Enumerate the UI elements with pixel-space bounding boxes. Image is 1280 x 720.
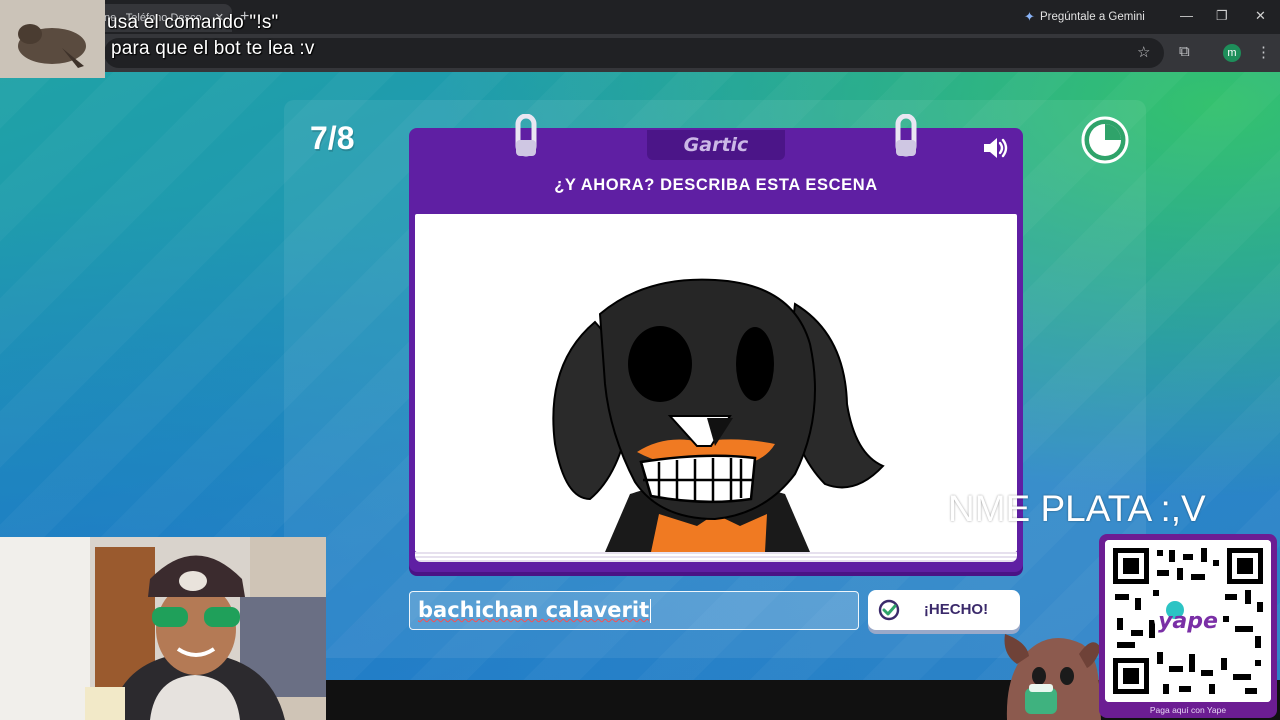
- webcam-feed: [0, 537, 326, 720]
- webcam-small-dog: [0, 0, 105, 78]
- qr-code: yape: [1105, 540, 1271, 702]
- bookmark-star-icon[interactable]: ☆: [1137, 43, 1150, 61]
- drawing-notebook: Gartic ¿Y AHORA? DESCRIBA ESTA ESCENA: [409, 114, 1023, 572]
- timer-icon: [1081, 116, 1129, 164]
- dog-drawing: [552, 278, 885, 552]
- text-caret: [650, 599, 652, 623]
- answer-input[interactable]: bachichan calaverit: [409, 591, 859, 630]
- sound-icon[interactable]: [981, 136, 1009, 160]
- notebook-ring-icon: [515, 114, 537, 157]
- extensions-icon[interactable]: ⧉: [1179, 43, 1190, 60]
- qr-caption: Paga aquí con Yape: [1149, 705, 1227, 715]
- done-button-label: ¡HECHO!: [923, 601, 989, 618]
- notebook-ring-icon: [895, 114, 917, 157]
- minimize-icon[interactable]: —: [1180, 8, 1193, 23]
- yape-qr-card: yape Paga aquí con Yape: [1099, 534, 1277, 718]
- yape-banner-text: NME PLATA :,V: [948, 488, 1206, 529]
- overlay-bot-text: para que el bot te lea :v: [111, 38, 315, 59]
- answer-input-value: bachichan calaverit: [418, 598, 650, 622]
- overlay-command-text: usa el comando "!s": [107, 12, 279, 33]
- drawing-canvas: [415, 214, 1017, 552]
- browser-chrome: ne - Teléfono Desco ✕ + ✦ Pregúntale a G…: [0, 0, 1280, 72]
- instruction-text: ¿Y AHORA? DESCRIBA ESTA ESCENA: [554, 176, 878, 194]
- check-icon: [878, 599, 900, 621]
- notebook-pages: [415, 552, 1017, 562]
- menu-kebab-icon[interactable]: ⋮: [1256, 43, 1271, 61]
- gemini-button[interactable]: ✦ Pregúntale a Gemini: [1022, 8, 1145, 26]
- gemini-label: Pregúntale a Gemini: [1040, 11, 1145, 23]
- mascot-character: [1004, 634, 1101, 720]
- round-counter: 7/8: [310, 120, 355, 156]
- window-close-icon[interactable]: ✕: [1255, 8, 1266, 24]
- restore-icon[interactable]: ❐: [1216, 8, 1228, 24]
- profile-avatar[interactable]: m: [1223, 44, 1241, 62]
- yape-logo: yape: [1158, 609, 1218, 634]
- gartic-logo: Gartic: [647, 130, 785, 160]
- gemini-spark-icon: ✦: [1024, 9, 1035, 24]
